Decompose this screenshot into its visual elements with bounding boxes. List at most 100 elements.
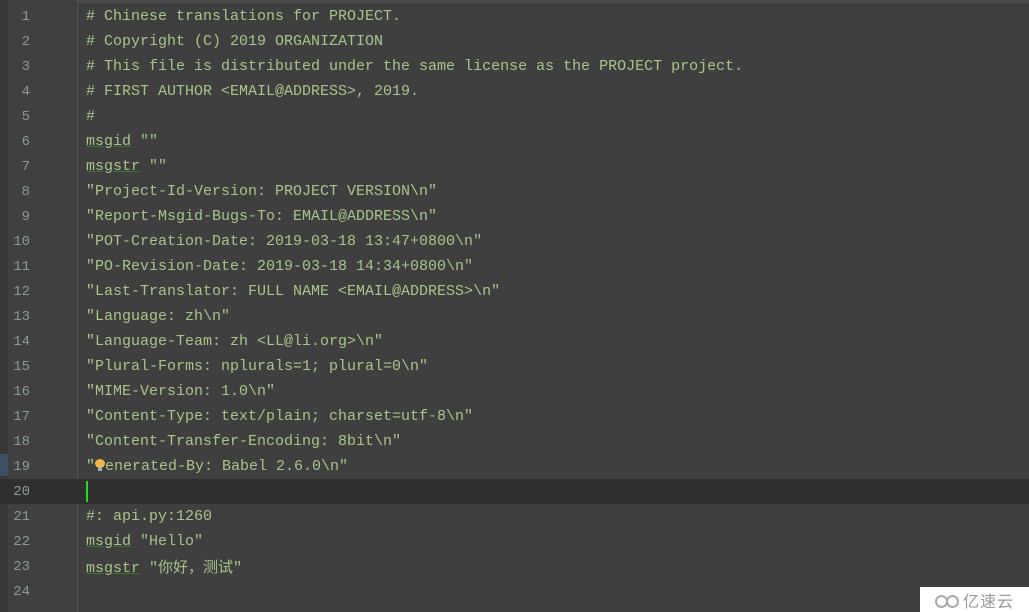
editor-line[interactable]: 23 msgstr "你好，测试"	[0, 554, 1029, 579]
line-number[interactable]: 12	[8, 284, 30, 300]
code-text: # FIRST AUTHOR <EMAIL@ADDRESS>, 2019.	[86, 83, 419, 100]
code-text: # Copyright (C) 2019 ORGANIZATION	[86, 33, 383, 50]
editor-line[interactable]: 13 "Language: zh\n"	[0, 304, 1029, 329]
string-literal: ""	[131, 133, 159, 150]
editor-line[interactable]: 22 msgid "Hello"	[0, 529, 1029, 554]
code-text: "MIME-Version: 1.0\n"	[86, 383, 275, 400]
line-content: # Copyright (C) 2019 ORGANIZATION	[86, 33, 384, 50]
code-text: "Project-Id-Version: PROJECT VERSION\n"	[86, 183, 437, 200]
code-text: msgstr ""	[86, 158, 167, 175]
editor-line[interactable]: 15 "Plural-Forms: nplurals=1; plural=0\n"	[0, 354, 1029, 379]
code-text: "Last-Translator: FULL NAME <EMAIL@ADDRE…	[86, 283, 500, 300]
code-text: "Content-Type: text/plain; charset=utf-8…	[86, 408, 473, 425]
line-content: "PO-Revision-Date: 2019-03-18 14:34+0800…	[86, 258, 474, 275]
cloud-logo-icon	[934, 593, 959, 608]
code-text: msgid ""	[86, 133, 158, 150]
line-content: "Content-Transfer-Encoding: 8bit\n"	[86, 433, 402, 450]
line-content: # Chinese translations for PROJECT.	[86, 8, 402, 25]
line-number[interactable]: 20	[8, 484, 30, 500]
text-caret	[86, 481, 88, 502]
line-number[interactable]: 22	[8, 534, 30, 550]
line-number[interactable]: 8	[8, 184, 30, 200]
editor-line[interactable]: 24	[0, 579, 1029, 604]
code-text: msgstr "你好，测试"	[86, 556, 242, 577]
line-number[interactable]: 14	[8, 334, 30, 350]
line-number[interactable]: 19	[8, 459, 30, 475]
editor-line[interactable]: 10 "POT-Creation-Date: 2019-03-18 13:47+0…	[0, 229, 1029, 254]
editor-line[interactable]: 3 # This file is distributed under the sa…	[0, 54, 1029, 79]
editor-line[interactable]: 6 msgid ""	[0, 129, 1029, 154]
editor-line[interactable]: 8 "Project-Id-Version: PROJECT VERSION\n"	[0, 179, 1029, 204]
keyword: msgid	[86, 133, 132, 150]
line-number[interactable]: 6	[8, 134, 30, 150]
editor-line[interactable]: 11 "PO-Revision-Date: 2019-03-18 14:34+08…	[0, 254, 1029, 279]
line-content: # FIRST AUTHOR <EMAIL@ADDRESS>, 2019.	[86, 83, 420, 100]
line-content: "POT-Creation-Date: 2019-03-18 13:47+080…	[86, 233, 483, 250]
editor-line[interactable]: 16 "MIME-Version: 1.0\n"	[0, 379, 1029, 404]
editor-line[interactable]: 2 # Copyright (C) 2019 ORGANIZATION	[0, 29, 1029, 54]
editor-line[interactable]: 14 "Language-Team: zh <LL@li.org>\n"	[0, 329, 1029, 354]
editor-line[interactable]: 5 #	[0, 104, 1029, 129]
line-content: "Report-Msgid-Bugs-To: EMAIL@ADDRESS\n"	[86, 208, 438, 225]
line-content: "MIME-Version: 1.0\n"	[86, 383, 276, 400]
code-text: # Chinese translations for PROJECT.	[86, 8, 401, 25]
line-number[interactable]: 10	[8, 234, 30, 250]
line-content: "Content-Type: text/plain; charset=utf-8…	[86, 408, 474, 425]
line-number[interactable]: 9	[8, 209, 30, 225]
line-number[interactable]: 16	[8, 384, 30, 400]
lightbulb-icon[interactable]	[95, 459, 106, 471]
line-content: "Language: zh\n"	[86, 308, 231, 325]
editor-line[interactable]: 21 #: api.py:1260	[0, 504, 1029, 529]
watermark-text: 亿速云	[962, 591, 1014, 611]
code-text: "POT-Creation-Date: 2019-03-18 13:47+080…	[86, 233, 482, 250]
code-text: msgid "Hello"	[86, 533, 203, 550]
line-number[interactable]: 21	[8, 509, 30, 525]
line-number[interactable]: 3	[8, 59, 30, 75]
line-number[interactable]: 4	[8, 84, 30, 100]
line-number[interactable]: 11	[8, 259, 30, 275]
code-text: "Language: zh\n"	[86, 308, 230, 325]
line-number[interactable]: 15	[8, 359, 30, 375]
line-content: # This file is distributed under the sam…	[86, 58, 744, 75]
string-literal: ""	[140, 158, 168, 175]
line-number[interactable]: 24	[8, 584, 30, 600]
code-text: " enerated-By: Babel 2.6.0\n"	[86, 458, 348, 475]
line-content: "Language-Team: zh <LL@li.org>\n"	[86, 333, 384, 350]
editor-line[interactable]: 9 "Report-Msgid-Bugs-To: EMAIL@ADDRESS\n"	[0, 204, 1029, 229]
editor-line[interactable]: 12 "Last-Translator: FULL NAME <EMAIL@ADD…	[0, 279, 1029, 304]
line-content: "Last-Translator: FULL NAME <EMAIL@ADDRE…	[86, 283, 501, 300]
line-number[interactable]: 1	[8, 9, 30, 25]
editor-line[interactable]: 19 " enerated-By: Babel 2.6.0\n"	[0, 454, 1029, 479]
line-number[interactable]: 17	[8, 409, 30, 425]
keyword: msgid	[86, 533, 132, 550]
line-content: #: api.py:1260	[86, 508, 213, 525]
editor-line[interactable]: 18 "Content-Transfer-Encoding: 8bit\n"	[0, 429, 1029, 454]
code-text: #	[86, 108, 95, 125]
code-text: "Content-Transfer-Encoding: 8bit\n"	[86, 433, 401, 450]
line-number[interactable]: 18	[8, 434, 30, 450]
keyword: msgstr	[86, 158, 141, 175]
editor-line[interactable]: 1 # Chinese translations for PROJECT.	[0, 4, 1029, 29]
line-content: #	[86, 108, 96, 125]
line-content: "Plural-Forms: nplurals=1; plural=0\n"	[86, 358, 429, 375]
string-literal: enerated-By: Babel 2.6.0\n"	[105, 458, 349, 475]
quote: "	[86, 458, 96, 475]
string-literal: "你好，测试"	[140, 560, 243, 577]
editor-line[interactable]: 20	[0, 479, 1029, 504]
editor-line[interactable]: 4 # FIRST AUTHOR <EMAIL@ADDRESS>, 2019.	[0, 79, 1029, 104]
line-number[interactable]: 7	[8, 159, 30, 175]
code-text: "Report-Msgid-Bugs-To: EMAIL@ADDRESS\n"	[86, 208, 437, 225]
keyword: msgstr	[86, 560, 141, 577]
line-content: "Project-Id-Version: PROJECT VERSION\n"	[86, 183, 438, 200]
line-number[interactable]: 2	[8, 34, 30, 50]
editor-line[interactable]: 17 "Content-Type: text/plain; charset=utf…	[0, 404, 1029, 429]
line-number[interactable]: 23	[8, 559, 30, 575]
watermark: 亿速云	[920, 587, 1029, 612]
code-text: "Language-Team: zh <LL@li.org>\n"	[86, 333, 383, 350]
code-text: #: api.py:1260	[86, 508, 212, 525]
code-text: "Plural-Forms: nplurals=1; plural=0\n"	[86, 358, 428, 375]
code-text: "PO-Revision-Date: 2019-03-18 14:34+0800…	[86, 258, 473, 275]
editor-line[interactable]: 7 msgstr ""	[0, 154, 1029, 179]
line-number[interactable]: 5	[8, 109, 30, 125]
line-number[interactable]: 13	[8, 309, 30, 325]
